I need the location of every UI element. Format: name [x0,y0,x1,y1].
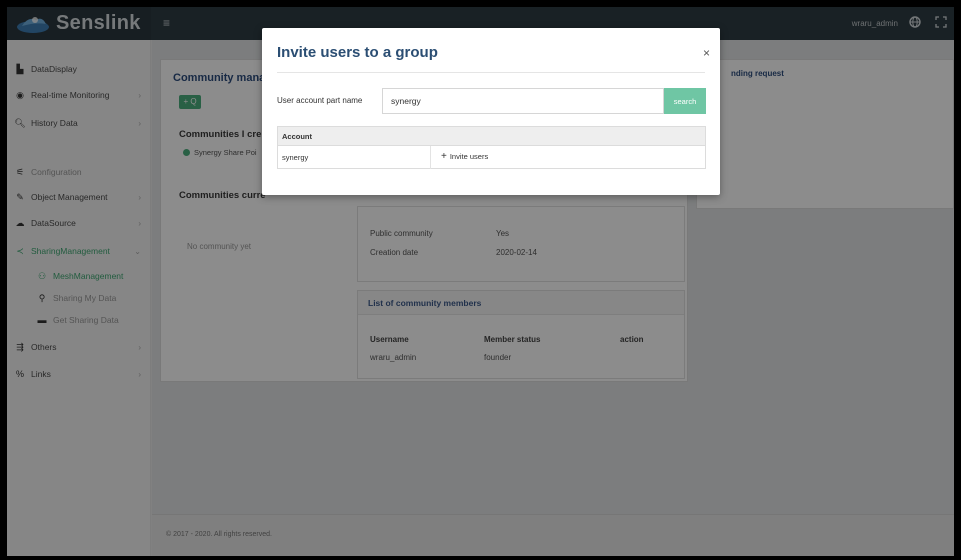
divider [277,72,705,73]
plus-icon: + [441,150,447,162]
app-window: Senslink ≡ wraru_admin ▙ DataDisplay ◉ R… [7,7,954,556]
close-icon[interactable]: × [703,46,710,60]
account-field-label: User account part name [277,96,363,105]
dialog-title: Invite users to a group [277,44,438,61]
results-table-header: Account [278,127,705,146]
search-button[interactable]: search [664,88,706,114]
column-divider [430,146,431,169]
account-search-input[interactable] [382,88,664,114]
column-header-account: Account [282,132,312,141]
invite-users-label: Invite users [449,152,489,161]
invite-users-button[interactable]: + Invite users [441,150,489,162]
result-account-name: synergy [282,153,309,162]
results-table: Account synergy + Invite users [277,126,706,169]
invite-users-dialog: Invite users to a group × User account p… [262,28,720,195]
